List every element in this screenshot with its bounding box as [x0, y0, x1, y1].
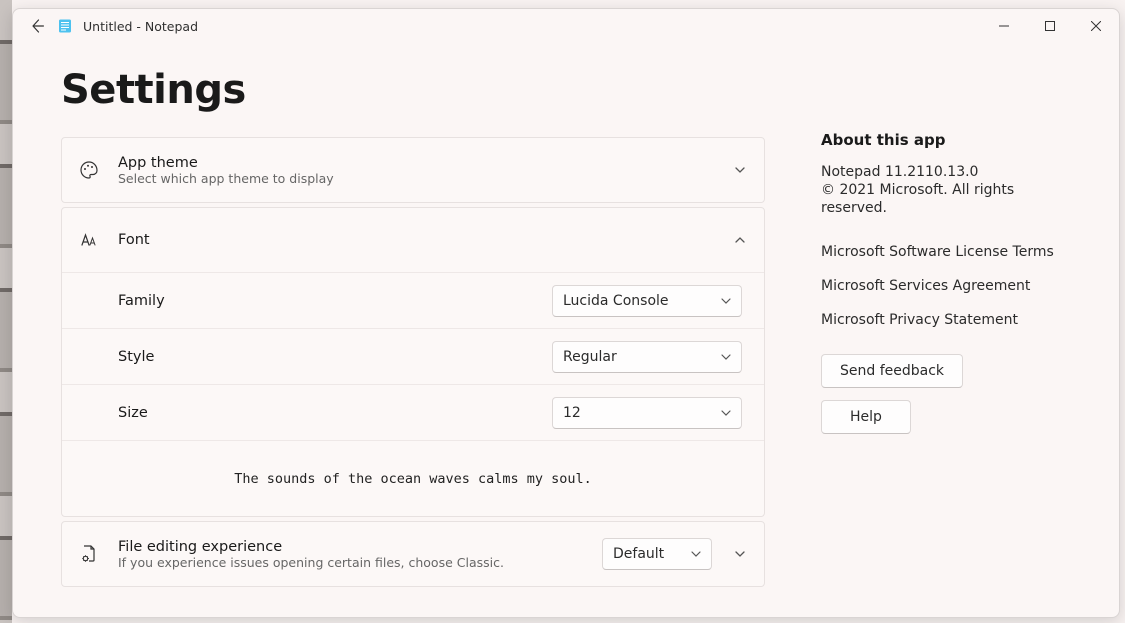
font-style-row: Style Regular — [62, 328, 764, 384]
file-editing-heading: File editing experience — [118, 539, 602, 555]
main-column: Settings App theme Select which app them… — [61, 67, 765, 605]
file-editing-card: File editing experience If you experienc… — [61, 521, 765, 587]
font-card: Font Family Lucida Console Style — [61, 207, 765, 517]
minimize-button[interactable] — [981, 11, 1027, 41]
minimize-icon — [999, 21, 1009, 31]
font-size-label: Size — [118, 405, 552, 421]
file-editing-select[interactable]: Default — [602, 538, 712, 570]
file-editing-sub: If you experience issues opening certain… — [118, 555, 602, 570]
privacy-link[interactable]: Microsoft Privacy Statement — [821, 312, 1071, 328]
font-style-value: Regular — [563, 349, 617, 365]
titlebar: Untitled - Notepad — [13, 9, 1119, 43]
chevron-down-icon — [734, 545, 746, 564]
font-family-select[interactable]: Lucida Console — [552, 285, 742, 317]
font-heading: Font — [118, 232, 734, 248]
app-theme-card: App theme Select which app theme to disp… — [61, 137, 765, 203]
font-icon — [78, 230, 100, 250]
app-theme-heading: App theme — [118, 155, 734, 171]
font-size-row: Size 12 — [62, 384, 764, 440]
app-theme-expander[interactable]: App theme Select which app theme to disp… — [62, 138, 764, 202]
font-preview-text: The sounds of the ocean waves calms my s… — [62, 440, 764, 516]
palette-icon — [78, 160, 100, 180]
chevron-down-icon — [691, 549, 701, 559]
about-buttons: Send feedback Help — [821, 354, 1071, 434]
app-theme-sub: Select which app theme to display — [118, 171, 734, 186]
about-column: About this app Notepad 11.2110.13.0 © 20… — [821, 67, 1071, 605]
chevron-down-icon — [734, 161, 746, 180]
license-link[interactable]: Microsoft Software License Terms — [821, 244, 1071, 260]
page-title: Settings — [61, 67, 765, 113]
arrow-left-icon — [30, 18, 46, 34]
chevron-down-icon — [721, 408, 731, 418]
file-gear-icon — [78, 544, 100, 564]
chevron-up-icon — [734, 231, 746, 250]
font-expander[interactable]: Font — [62, 208, 764, 272]
maximize-button[interactable] — [1027, 11, 1073, 41]
notepad-window: Untitled - Notepad Settings App theme — [12, 8, 1120, 618]
help-button[interactable]: Help — [821, 400, 911, 434]
font-size-select[interactable]: 12 — [552, 397, 742, 429]
font-family-value: Lucida Console — [563, 293, 669, 309]
chevron-down-icon — [721, 296, 731, 306]
maximize-icon — [1045, 21, 1055, 31]
file-editing-expander[interactable]: File editing experience If you experienc… — [62, 522, 764, 586]
font-size-value: 12 — [563, 405, 581, 421]
about-copyright: © 2021 Microsoft. All rights reserved. — [821, 181, 1071, 217]
file-editing-value: Default — [613, 546, 664, 562]
about-links: Microsoft Software License Terms Microso… — [821, 244, 1071, 328]
about-version: Notepad 11.2110.13.0 — [821, 163, 1071, 181]
notepad-app-icon — [55, 16, 75, 36]
font-family-label: Family — [118, 293, 552, 309]
page-body: Settings App theme Select which app them… — [13, 43, 1119, 617]
chevron-down-icon — [721, 352, 731, 362]
back-button[interactable] — [21, 9, 55, 43]
services-link[interactable]: Microsoft Services Agreement — [821, 278, 1071, 294]
send-feedback-button[interactable]: Send feedback — [821, 354, 963, 388]
desktop-left-strip — [0, 0, 12, 623]
font-style-select[interactable]: Regular — [552, 341, 742, 373]
font-style-label: Style — [118, 349, 552, 365]
window-title: Untitled - Notepad — [83, 19, 198, 34]
font-family-row: Family Lucida Console — [62, 272, 764, 328]
close-button[interactable] — [1073, 11, 1119, 41]
close-icon — [1091, 21, 1101, 31]
about-heading: About this app — [821, 131, 1071, 149]
